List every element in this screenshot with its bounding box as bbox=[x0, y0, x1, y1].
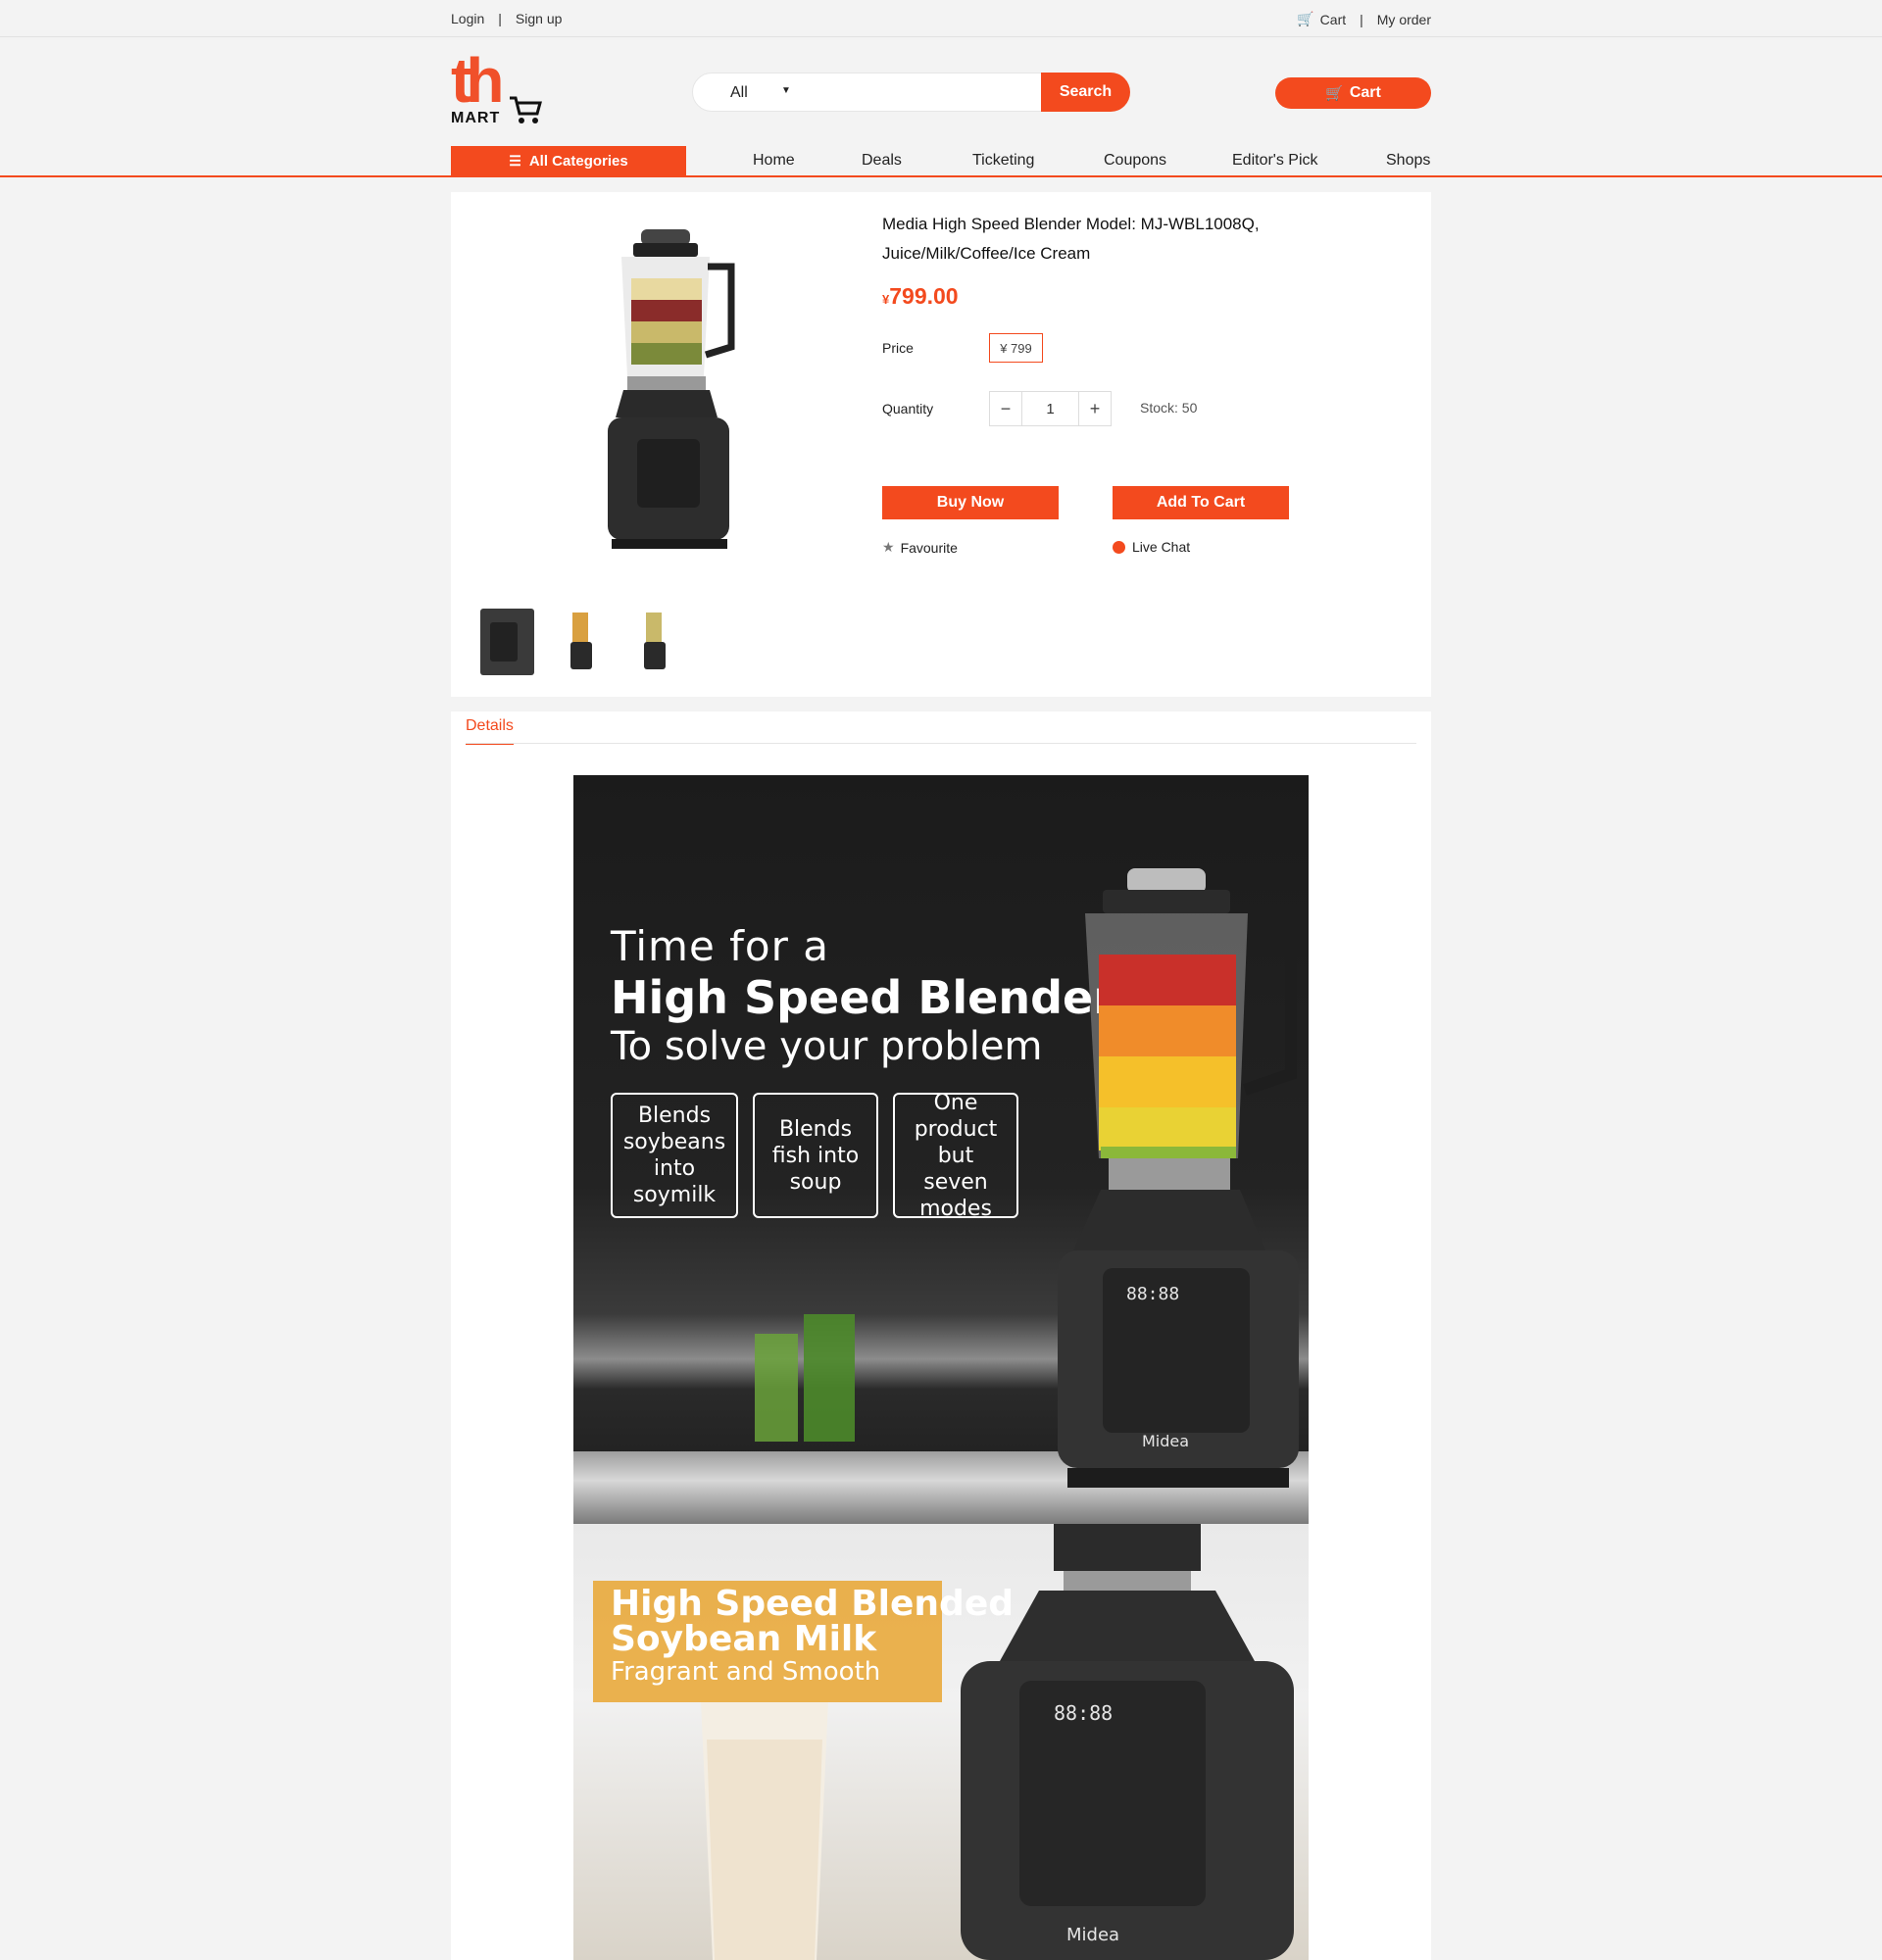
brand-logo: Midea bbox=[1142, 1432, 1189, 1450]
logo-cart-icon bbox=[510, 96, 542, 123]
feature-box: Blends fish into soup bbox=[753, 1093, 878, 1218]
all-categories-button[interactable]: ☰ All Categories bbox=[451, 146, 686, 175]
main-nav: ☰ All Categories Home Deals Ticketing Co… bbox=[0, 145, 1882, 177]
cart-icon: 🛒 bbox=[1297, 11, 1314, 26]
banner-headline: High Speed Blended Soybean Milk bbox=[611, 1587, 1014, 1657]
all-categories-label: All Categories bbox=[528, 152, 628, 170]
banner-headline-3: To solve your problem bbox=[611, 1024, 1043, 1069]
quantity-input[interactable]: 1 bbox=[1021, 392, 1079, 425]
product-title: Media High Speed Blender Model: MJ-WBL10… bbox=[882, 215, 1260, 263]
nav-item-ticketing[interactable]: Ticketing bbox=[972, 152, 1034, 170]
divider: | bbox=[498, 11, 502, 26]
product-card: Media High Speed Blender Model: MJ-WBL10… bbox=[451, 192, 1431, 697]
quantity-stepper: − 1 + bbox=[989, 391, 1112, 426]
banner-headline-1: High Speed Blended bbox=[611, 1584, 1015, 1624]
cart-button[interactable]: 🛒 Cart bbox=[1275, 77, 1431, 109]
thumbnail-strip bbox=[480, 609, 701, 675]
price-option[interactable]: ¥ 799 bbox=[989, 333, 1043, 363]
site-logo[interactable]: th MART bbox=[451, 49, 545, 127]
banner-headline-2: Soybean Milk bbox=[611, 1619, 877, 1659]
blender-illustration: 88:88 Midea bbox=[1058, 868, 1299, 1488]
top-cart-link[interactable]: Cart bbox=[1320, 12, 1346, 27]
chevron-down-icon[interactable]: ▼ bbox=[781, 85, 791, 96]
decrement-button[interactable]: − bbox=[990, 392, 1021, 425]
buy-now-button[interactable]: Buy Now bbox=[882, 486, 1059, 519]
banner-headline-1: Time for a bbox=[611, 922, 829, 970]
nav-item-shops[interactable]: Shops bbox=[1386, 152, 1430, 170]
banner-subline: Fragrant and Smooth bbox=[611, 1657, 881, 1687]
product-price: ¥799.00 bbox=[882, 283, 959, 310]
tab-divider bbox=[466, 743, 1416, 744]
nav-item-deals[interactable]: Deals bbox=[862, 152, 902, 170]
live-chat-label: Live Chat bbox=[1132, 539, 1191, 555]
search-button[interactable]: Search bbox=[1041, 73, 1130, 112]
price-label: Price bbox=[882, 340, 914, 356]
nav-item-editors-pick[interactable]: Editor's Pick bbox=[1232, 152, 1318, 170]
my-order-link[interactable]: My order bbox=[1377, 12, 1431, 27]
milk-glass bbox=[701, 1700, 828, 1960]
promo-banner-blender: Time for a High Speed Blender To solve y… bbox=[573, 775, 1309, 1524]
nav-item-home[interactable]: Home bbox=[753, 152, 795, 170]
product-main-image bbox=[608, 229, 735, 549]
login-link[interactable]: Login bbox=[451, 11, 484, 26]
juice-glasses bbox=[755, 1314, 855, 1442]
favourite-label: Favourite bbox=[900, 539, 958, 556]
cart-button-label: Cart bbox=[1349, 84, 1381, 101]
chat-icon bbox=[1113, 540, 1125, 554]
feature-box: One product but seven modes bbox=[893, 1091, 1018, 1221]
divider: | bbox=[1360, 11, 1363, 27]
stock-count: Stock: 50 bbox=[1140, 400, 1198, 416]
feature-box: Blends soybeans into soymilk bbox=[611, 1093, 738, 1218]
banner-headline-2: High Speed Blender bbox=[611, 971, 1115, 1024]
search-scope-select[interactable]: All bbox=[730, 84, 748, 102]
promo-banner-soymilk: 88:88 Midea High Speed Blended Soybean M… bbox=[573, 1524, 1309, 1960]
logo-mark: th bbox=[451, 45, 504, 116]
details-section: Details Time for a High Speed Blender To… bbox=[451, 711, 1431, 1960]
search-input[interactable] bbox=[807, 79, 1003, 105]
quantity-label: Quantity bbox=[882, 401, 934, 416]
logo-text: MART bbox=[451, 110, 501, 126]
price-value: 799.00 bbox=[889, 283, 959, 309]
display-readout: 88:88 bbox=[1126, 1284, 1179, 1304]
cart-icon: 🛒 bbox=[1325, 85, 1344, 102]
favourite-button[interactable]: ★ Favourite bbox=[882, 539, 958, 556]
display-readout: 88:88 bbox=[1054, 1701, 1113, 1725]
list-icon: ☰ bbox=[509, 152, 521, 169]
nav-item-coupons[interactable]: Coupons bbox=[1104, 152, 1166, 170]
product-thumbnail[interactable] bbox=[627, 609, 681, 675]
add-to-cart-button[interactable]: Add To Cart bbox=[1113, 486, 1289, 519]
tab-details[interactable]: Details bbox=[466, 717, 514, 745]
signup-link[interactable]: Sign up bbox=[516, 11, 562, 26]
product-thumbnail[interactable] bbox=[554, 609, 608, 675]
brand-logo: Midea bbox=[1066, 1925, 1119, 1945]
product-thumbnail[interactable] bbox=[480, 609, 534, 675]
live-chat-button[interactable]: Live Chat bbox=[1113, 539, 1190, 555]
top-utility-bar: Login | Sign up 🛒 Cart | My order bbox=[0, 0, 1882, 37]
increment-button[interactable]: + bbox=[1079, 392, 1111, 425]
star-icon: ★ bbox=[882, 539, 895, 555]
